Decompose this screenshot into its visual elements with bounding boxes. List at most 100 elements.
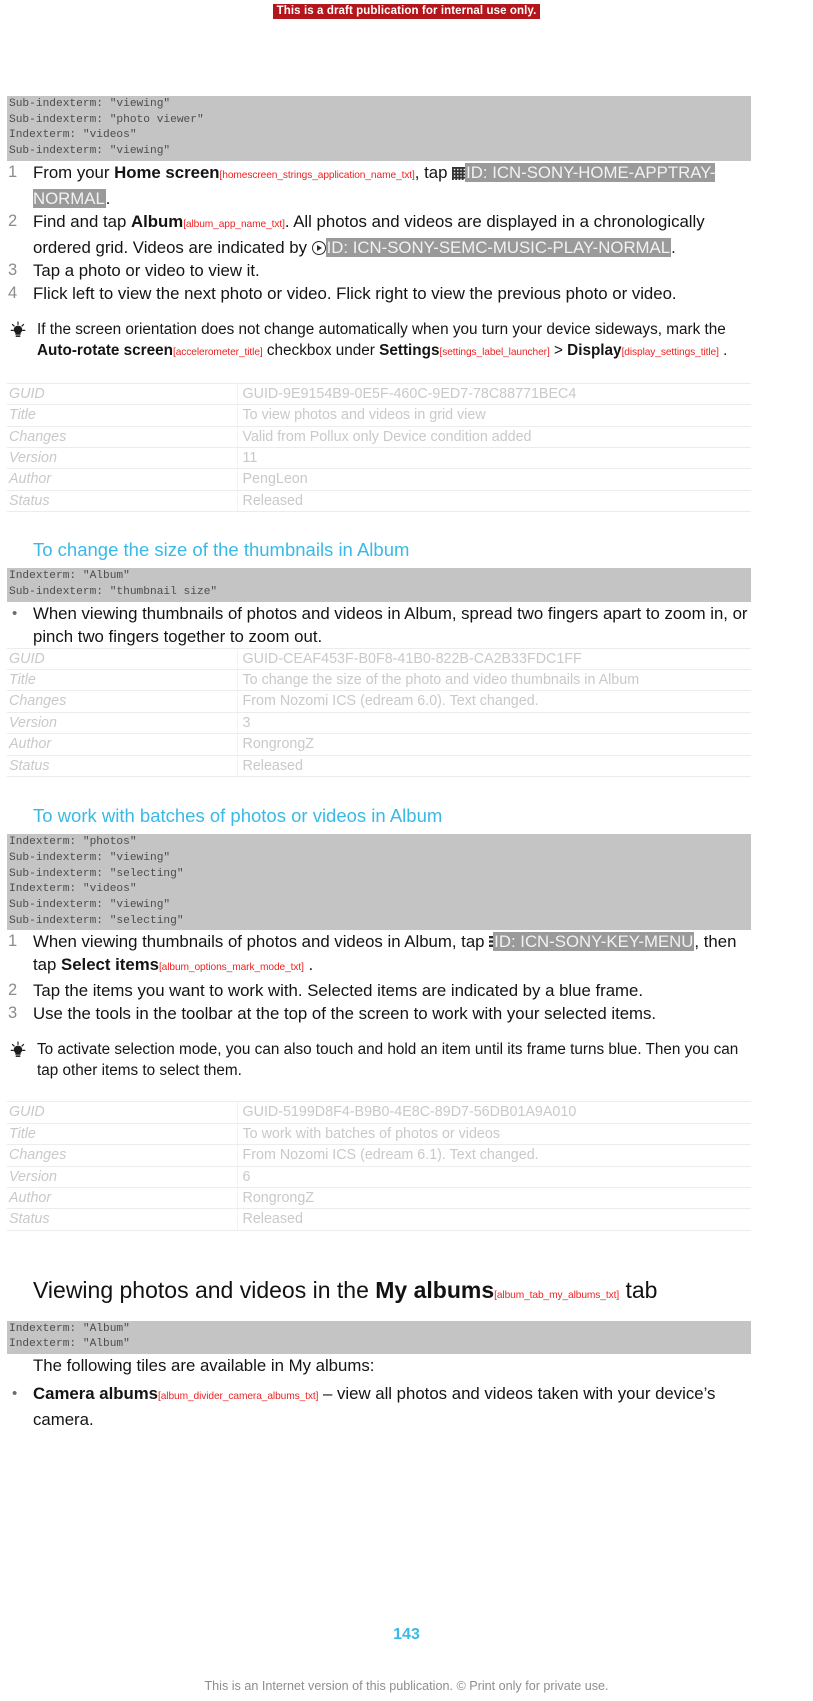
heading-post: tab (619, 1276, 658, 1303)
indexterm-line: Indexterm: "Album" (9, 570, 130, 583)
table-row: Title To view photos and videos in grid v… (7, 404, 751, 427)
section-heading-batches: To work with batches of photos or videos… (33, 805, 443, 827)
step-number: 3 (8, 1004, 18, 1023)
draft-banner-text: This is a draft publication for internal… (272, 4, 541, 19)
meta-key: Status (7, 1208, 238, 1231)
meta-key: Version (7, 712, 238, 735)
meta-key: Title (7, 1123, 238, 1146)
step-number: 1 (8, 932, 18, 951)
meta-key: Title (7, 669, 238, 692)
string-id: [accelerometer_title] (173, 346, 263, 358)
play-circle-icon (311, 240, 326, 255)
tip-part: > (549, 341, 568, 359)
meta-key: Status (7, 755, 238, 778)
bullet-list-2: • When viewing thumbnails of photos and … (7, 602, 751, 648)
meta-key: Author (7, 1187, 238, 1210)
procedure-step: 4 Flick left to view the next photo or v… (7, 282, 751, 305)
string-id: [homescreen_strings_application_name_txt… (219, 169, 415, 181)
ui-label: Album (130, 211, 184, 231)
table-row: Changes Valid from Pollux only Device con… (7, 426, 751, 449)
indexterm-line: Sub-indexterm: "viewing" (9, 145, 171, 158)
indexterm-line: Indexterm: "videos" (9, 129, 137, 142)
meta-key: Changes (7, 1144, 238, 1167)
table-row: Status Released (7, 755, 751, 778)
tip-note-3: To activate selection mode, you can also… (7, 1039, 751, 1081)
procedure-list-3: 1 When viewing thumbnails of photos and … (7, 930, 751, 1025)
ui-label: My albums (375, 1276, 495, 1303)
meta-key: GUID (7, 647, 238, 671)
step-text: Tap a photo or video to view it. (33, 260, 260, 280)
string-id: [album_tab_my_albums_txt] (494, 1289, 620, 1301)
step-number: 4 (8, 283, 18, 302)
metadata-table-2: GUID GUID-CEAF453F-B0F8-41B0-822B-CA2B33F… (7, 647, 751, 778)
document-page: Sub-indexterm: "viewing" Sub-indexterm: … (7, 96, 751, 1431)
step-number: 3 (8, 260, 18, 279)
page-number: 143 (393, 1626, 420, 1643)
ui-label: Home screen (114, 162, 220, 182)
meta-value: Released (237, 490, 751, 513)
table-row: Changes From Nozomi ICS (edream 6.1). Tex… (7, 1144, 751, 1167)
meta-value: PengLeon (237, 468, 751, 491)
bullet-marker: • (12, 604, 18, 622)
indexterm-line: Sub-indexterm: "viewing" (9, 98, 171, 110)
string-id: [album_options_mark_mode_txt] (158, 962, 304, 974)
meta-key: Version (7, 1166, 238, 1188)
step-text-post: . (105, 188, 111, 208)
table-row: GUID GUID-CEAF453F-B0F8-41B0-822B-CA2B33F… (7, 647, 751, 671)
list-item: • When viewing thumbnails of photos and … (7, 602, 751, 648)
string-id: [display_settings_title] (621, 346, 719, 358)
indexterm-block-3: Indexterm: "photos" Sub-indexterm: "view… (7, 834, 751, 931)
tip-part: checkbox under (262, 341, 380, 359)
meta-key: Changes (7, 426, 238, 449)
meta-key: Author (7, 468, 238, 491)
meta-value: 6 (237, 1166, 751, 1188)
indexterm-line: Indexterm: "Album" (9, 1322, 130, 1335)
tip-note-1: If the screen orientation does not chang… (7, 319, 751, 363)
overflow-menu-icon (489, 936, 494, 950)
meta-key: Status (7, 490, 238, 513)
meta-value: GUID-CEAF453F-B0F8-41B0-822B-CA2B33FDC1F… (237, 647, 751, 671)
tip-part: If the screen orientation does not chang… (37, 320, 726, 338)
meta-key: Title (7, 404, 238, 427)
indexterm-line: Indexterm: "videos" (9, 883, 137, 896)
indexterm-line: Sub-indexterm: "selecting" (9, 914, 184, 927)
section-heading-my-albums: Viewing photos and videos in the My albu… (7, 1275, 751, 1311)
list-item-text: Camera albums[album_divider_camera_album… (33, 1382, 751, 1431)
table-row: Version 11 (7, 447, 751, 470)
string-id: [settings_label_launcher] (439, 346, 550, 358)
meta-value: GUID-5199D8F4-B9B0-4E8C-89D7-56DB01A9A01… (237, 1101, 751, 1124)
lightbulb-tip-icon (7, 1039, 37, 1061)
indexterm-line: Sub-indexterm: "thumbnail size" (9, 585, 218, 598)
list-item-text: When viewing thumbnails of photos and vi… (33, 603, 748, 646)
table-row: GUID GUID-9E9154B9-0E5F-460C-9ED7-78C8877… (7, 382, 751, 406)
procedure-step: 2 Find and tap Album[album_app_name_txt]… (7, 210, 751, 259)
step-text-pre: Find and tap (33, 211, 131, 231)
intro-paragraph: The following tiles are available in My … (33, 1356, 375, 1376)
indexterm-line: Sub-indexterm: "selecting" (9, 867, 184, 880)
draft-publication-banner: This is a draft publication for internal… (0, 0, 813, 19)
metadata-table-1: GUID GUID-9E9154B9-0E5F-460C-9ED7-78C8877… (7, 382, 751, 513)
icon-id-label: ID: ICN-SONY-KEY-MENU (493, 932, 695, 952)
list-item: • Camera albums[album_divider_camera_alb… (7, 1382, 751, 1431)
step-number: 1 (8, 162, 18, 181)
tip-part: . (718, 341, 728, 359)
ui-label: Auto-rotate screen (37, 341, 173, 359)
meta-value: Released (237, 1208, 751, 1231)
step-text: Flick left to view the next photo or vid… (33, 283, 677, 303)
meta-key: GUID (7, 1101, 238, 1124)
procedure-step: 3 Tap a photo or video to view it. (7, 259, 751, 282)
table-row: Title To work with batches of photos or v… (7, 1123, 751, 1146)
step-text: Use the tools in the toolbar at the top … (33, 1004, 657, 1024)
meta-value: 3 (237, 712, 751, 735)
heading-pre: Viewing photos and videos in the (33, 1276, 376, 1303)
metadata-table-3: GUID GUID-5199D8F4-B9B0-4E8C-89D7-56DB01A… (7, 1101, 751, 1231)
table-row: Title To change the size of the photo and… (7, 669, 751, 692)
step-text: From your Home screen[homescreen_strings… (33, 161, 751, 210)
indexterm-line: Indexterm: "photos" (9, 836, 137, 849)
bullet-list-4: • Camera albums[album_divider_camera_alb… (7, 1382, 751, 1431)
meta-key: Author (7, 733, 238, 756)
meta-value: 11 (237, 447, 751, 470)
meta-value: From Nozomi ICS (edream 6.0). Text chang… (237, 690, 751, 713)
meta-value: GUID-9E9154B9-0E5F-460C-9ED7-78C88771BEC… (237, 382, 751, 406)
step-text-post: . (303, 955, 314, 975)
